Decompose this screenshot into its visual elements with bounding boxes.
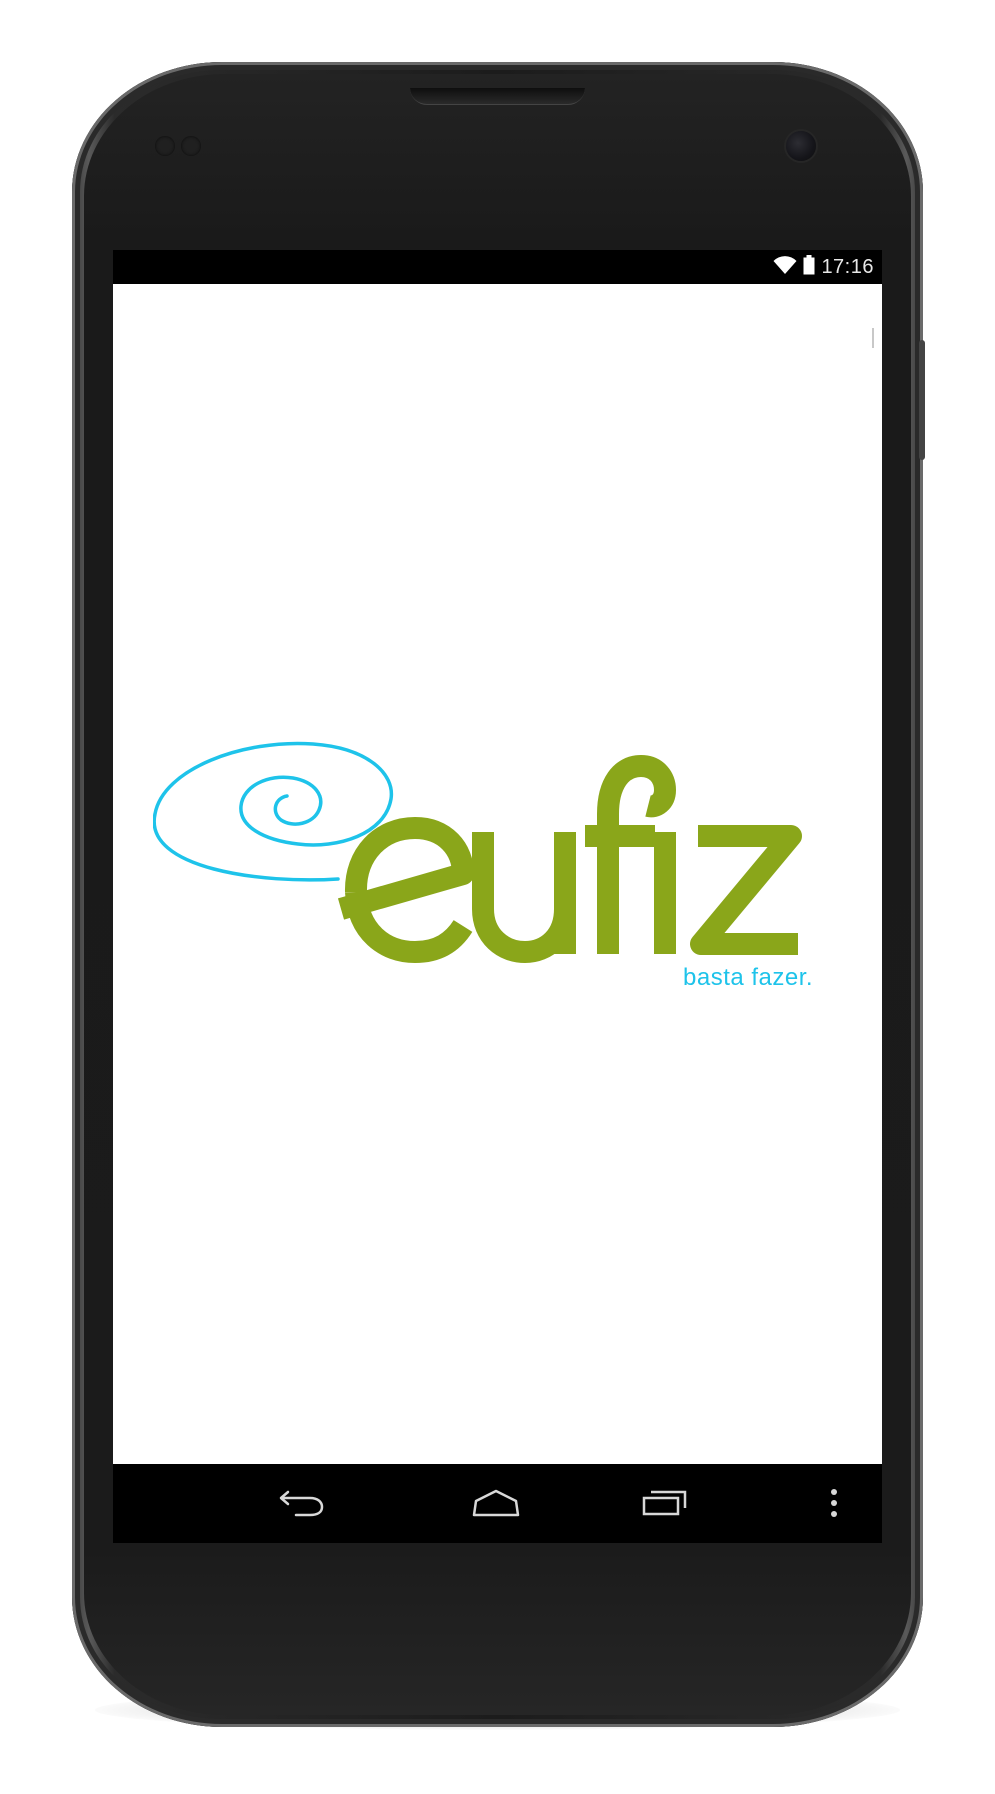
wifi-icon — [773, 255, 797, 279]
earpiece-speaker — [410, 88, 585, 105]
phone-screen: 17:16 basta fazer. — [113, 250, 882, 1543]
scroll-indicator — [872, 328, 874, 348]
sensor-dot — [155, 136, 175, 156]
splash-screen: basta fazer. — [113, 284, 882, 1464]
wordmark — [337, 755, 802, 963]
status-time: 17:16 — [821, 255, 874, 278]
recents-icon — [642, 1490, 687, 1516]
home-button[interactable] — [466, 1478, 526, 1528]
sensor-dot — [181, 136, 201, 156]
recents-button[interactable] — [635, 1478, 695, 1528]
power-button — [919, 340, 925, 460]
back-button[interactable] — [271, 1478, 331, 1528]
device-mockup: 17:16 basta fazer. — [0, 0, 995, 1794]
status-bar: 17:16 — [113, 250, 882, 284]
proximity-sensors — [155, 136, 207, 158]
status-icons: 17:16 — [773, 255, 874, 279]
front-camera-icon — [786, 131, 816, 161]
navigation-bar — [113, 1464, 882, 1543]
overflow-menu-icon — [831, 1489, 837, 1517]
battery-icon — [803, 255, 815, 279]
eufiz-logo — [153, 741, 802, 963]
back-icon — [279, 1490, 324, 1517]
tagline: basta fazer. — [683, 964, 814, 991]
overflow-menu-button[interactable] — [819, 1478, 849, 1528]
home-icon — [472, 1489, 520, 1517]
